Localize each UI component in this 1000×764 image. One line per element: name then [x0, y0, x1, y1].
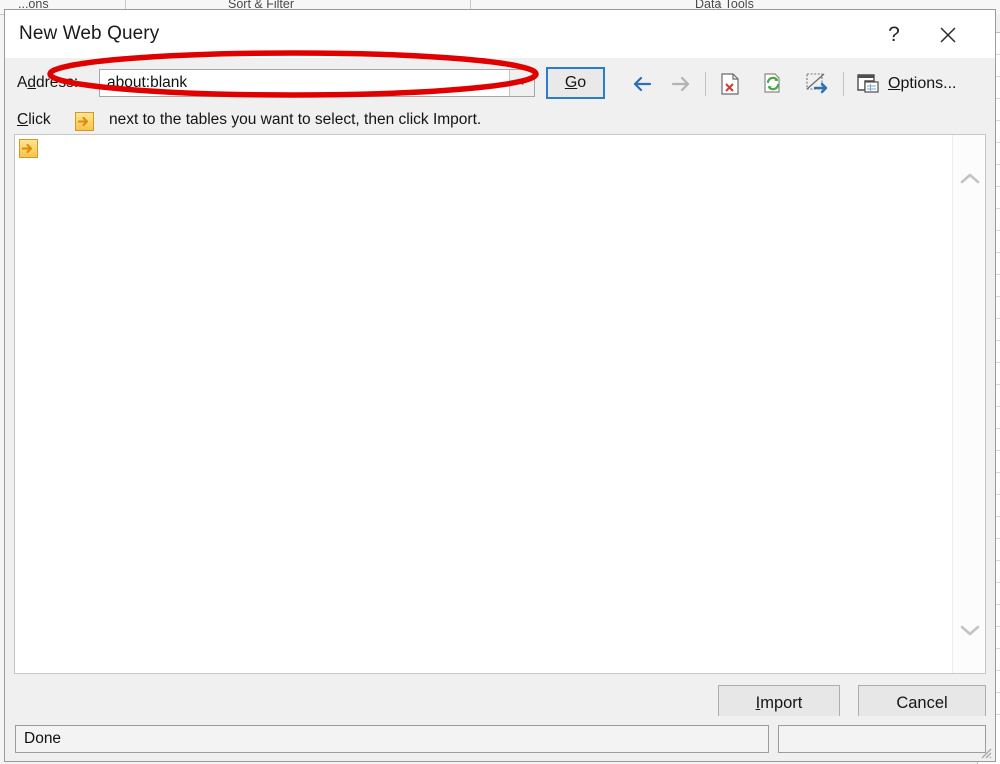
new-web-query-dialog: New Web Query ? Address: about:blank G o… — [4, 9, 996, 762]
hide-icons-icon — [806, 73, 828, 94]
options-window-icon — [857, 74, 879, 93]
address-input[interactable] — [107, 74, 502, 92]
status-panel-main: Done — [15, 725, 769, 753]
instruction-row: Click next to the tables you want to sel… — [5, 105, 995, 134]
instruction-click-label: Click — [17, 111, 51, 128]
options-label: Options... — [888, 75, 957, 92]
options-button[interactable]: Options... — [856, 69, 956, 99]
dialog-status-bar: Done — [5, 716, 995, 761]
close-icon — [940, 27, 956, 43]
web-page-pane[interactable] — [14, 134, 986, 674]
arrow-right-glyph — [22, 143, 33, 154]
scroll-up-button[interactable] — [953, 161, 986, 195]
chevron-down-icon — [517, 80, 527, 86]
content-vertical-scrollbar[interactable] — [952, 135, 985, 673]
chevron-down-icon — [960, 625, 979, 635]
address-label: Address: — [17, 74, 79, 91]
arrow-right-glyph — [78, 116, 89, 127]
help-button[interactable]: ? — [871, 18, 917, 52]
address-toolbar: Address: Go — [5, 58, 995, 105]
hide-icons-button[interactable] — [803, 70, 833, 98]
arrow-right-icon — [671, 76, 690, 92]
table-select-arrow-button[interactable] — [19, 139, 38, 158]
status-message: Done — [24, 730, 62, 747]
refresh-page-icon — [764, 73, 780, 93]
toolbar-divider — [843, 72, 844, 96]
go-button[interactable]: Go — [546, 67, 605, 99]
stop-button[interactable] — [715, 70, 745, 98]
stop-page-icon — [721, 73, 739, 95]
close-button[interactable] — [925, 18, 971, 52]
back-button[interactable] — [625, 70, 655, 98]
resize-grip-icon[interactable] — [978, 745, 992, 759]
refresh-button[interactable] — [759, 70, 789, 98]
forward-button[interactable] — [668, 70, 698, 98]
instruction-select-arrow-icon — [75, 112, 94, 131]
instruction-text: next to the tables you want to select, t… — [109, 111, 482, 128]
scroll-down-button[interactable] — [953, 613, 986, 647]
question-mark-icon: ? — [888, 23, 900, 46]
address-combo-box[interactable] — [99, 69, 535, 97]
screenshot-root: ...ons Sort & Filter Data Tools New Web … — [0, 0, 1000, 764]
arrow-left-icon — [633, 76, 652, 92]
address-dropdown-button[interactable] — [509, 70, 534, 96]
dialog-title: New Web Query — [19, 23, 160, 44]
status-panel-secondary — [778, 725, 986, 753]
dialog-title-bar: New Web Query ? — [5, 10, 995, 58]
toolbar-divider — [705, 72, 706, 96]
chevron-up-icon — [960, 173, 979, 183]
